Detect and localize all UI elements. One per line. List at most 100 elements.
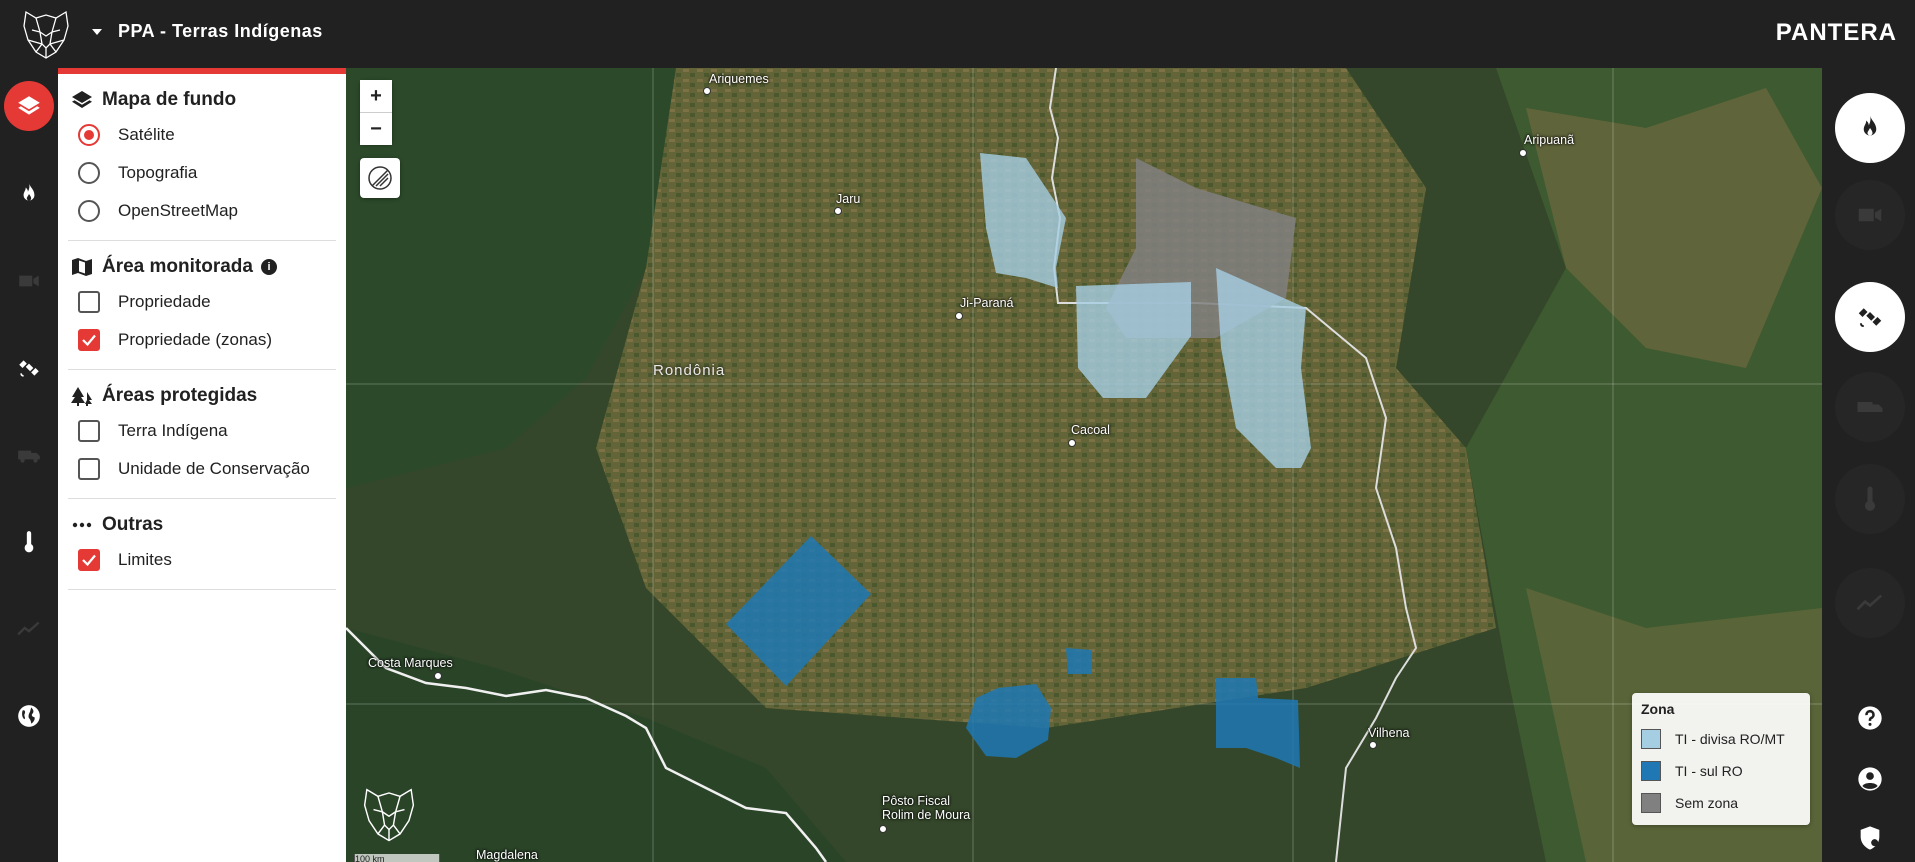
option-label: Propriedade	[118, 292, 211, 311]
fire-button[interactable]	[4, 169, 54, 219]
globe-icon	[18, 705, 40, 727]
protected-section: Áreas protegidas Terra Indígena Unidade …	[68, 370, 336, 499]
city-label: Ariquemes	[709, 72, 769, 86]
draw-polygon-icon	[368, 166, 392, 190]
option-label: OpenStreetMap	[118, 201, 239, 220]
globe-button[interactable]	[4, 691, 54, 741]
layer-option-property[interactable]: Propriedade	[68, 283, 336, 321]
legend-label: TI - sul RO	[1675, 763, 1743, 779]
monitored-title: Área monitorada	[102, 256, 253, 277]
city-label: Vilhena	[1368, 726, 1410, 740]
others-section: Outras Limites	[68, 499, 336, 590]
satellite-module-button[interactable]	[1835, 282, 1905, 352]
chart-line-icon	[17, 621, 40, 636]
firetruck-icon	[1857, 402, 1883, 412]
option-label: Limites	[118, 550, 172, 569]
city-label: Aripuanã	[1524, 133, 1575, 147]
panther-logo	[23, 10, 69, 59]
fire-module-button[interactable]	[1835, 93, 1905, 163]
satellite-icon	[1858, 308, 1882, 327]
others-title: Outras	[102, 514, 164, 535]
account-icon[interactable]	[1856, 765, 1884, 793]
city-dot	[879, 825, 887, 833]
layer-option-property-zones[interactable]: Propriedade (zonas)	[68, 321, 336, 359]
basemap-option-satellite[interactable]: Satélite	[68, 116, 336, 154]
camera-button[interactable]	[4, 256, 54, 306]
camera-icon	[1858, 208, 1882, 222]
option-label: Terra Indígena	[118, 421, 228, 440]
info-icon[interactable]: i	[260, 259, 277, 275]
checkbox-conservation-unit[interactable]	[78, 458, 100, 480]
legend-label: TI - divisa RO/MT	[1675, 731, 1785, 747]
thermometer-module-button[interactable]	[1835, 464, 1905, 534]
state-label: Rondônia	[653, 362, 726, 379]
city-label: Costa Marques	[368, 656, 453, 670]
checkbox-property[interactable]	[78, 291, 100, 313]
satellite-button[interactable]	[4, 343, 54, 393]
camera-icon	[19, 275, 39, 287]
check-icon	[82, 554, 96, 567]
project-title[interactable]: PPA - Terras Indígenas	[118, 21, 323, 42]
help-icon[interactable]	[1856, 704, 1884, 732]
monitored-section: Área monitorada i Propriedade Propriedad…	[68, 241, 336, 370]
legend-swatch	[1641, 793, 1661, 813]
chart-button[interactable]	[4, 604, 54, 654]
thermometer-button[interactable]	[4, 517, 54, 567]
city-label: Rolim de Moura	[882, 808, 971, 822]
left-rail	[0, 68, 58, 862]
legend-swatch	[1641, 729, 1661, 749]
city-dot	[1519, 149, 1527, 157]
project-dropdown-icon[interactable]	[92, 29, 102, 35]
layer-option-limits[interactable]: Limites	[68, 541, 336, 579]
legend-swatch	[1641, 761, 1661, 781]
check-icon	[82, 334, 96, 347]
basemap-option-topography[interactable]: Topografia	[68, 154, 336, 192]
basemap-option-osm[interactable]: OpenStreetMap	[68, 192, 336, 230]
checkbox-property-zones[interactable]	[78, 329, 100, 351]
zoom-out-button[interactable]: −	[360, 113, 392, 145]
brand-logo-text: PANTERA	[1775, 19, 1897, 46]
option-label: Topografia	[118, 163, 198, 182]
layers-icon	[18, 96, 40, 115]
checkbox-indigenous-land[interactable]	[78, 420, 100, 442]
firetruck-module-button[interactable]	[1835, 372, 1905, 442]
layer-option-conservation-unit[interactable]: Unidade de Conservação	[68, 450, 336, 488]
firetruck-button[interactable]	[4, 430, 54, 480]
legend-item: TI - divisa RO/MT	[1641, 729, 1785, 749]
city-label: Cacoal	[1071, 423, 1110, 437]
shield-icon[interactable]	[1856, 824, 1884, 852]
zone-legend: Zona TI - divisa RO/MT TI - sul RO Sem z…	[1632, 693, 1810, 825]
fire-icon	[1863, 115, 1877, 136]
option-label: Unidade de Conservação	[118, 459, 310, 478]
legend-item: Sem zona	[1641, 793, 1738, 813]
zoom-in-button[interactable]: +	[360, 80, 392, 112]
more-horizontal-icon	[72, 522, 92, 528]
legend-item: TI - sul RO	[1641, 761, 1743, 781]
radio-topography[interactable]	[78, 162, 100, 184]
map-canvas[interactable]: + − Rondônia Ariquemes Jaru Ji-Paraná Ar…	[346, 68, 1822, 862]
layer-panel: Mapa de fundo Satélite Topografia OpenSt…	[58, 68, 346, 862]
layers-icon	[72, 91, 92, 108]
radio-osm[interactable]	[78, 200, 100, 222]
radio-satellite[interactable]	[78, 124, 100, 146]
map-scale: 100 km	[354, 854, 440, 862]
city-label: Magdalena	[476, 848, 538, 862]
satellite-basemap	[346, 68, 1822, 862]
layers-button[interactable]	[4, 81, 54, 131]
city-dot	[434, 672, 442, 680]
satellite-icon	[19, 360, 39, 377]
fire-icon	[23, 183, 35, 201]
city-dot	[955, 312, 963, 320]
draw-area-button[interactable]	[360, 158, 400, 198]
city-dot	[1369, 741, 1377, 749]
thermometer-icon	[24, 531, 34, 553]
basemap-section: Mapa de fundo Satélite Topografia OpenSt…	[68, 74, 336, 241]
legend-title: Zona	[1641, 701, 1675, 717]
checkbox-limits[interactable]	[78, 549, 100, 571]
trees-icon	[71, 387, 92, 406]
chart-module-button[interactable]	[1835, 568, 1905, 638]
option-label: Propriedade (zonas)	[118, 330, 273, 349]
map-icon	[72, 258, 92, 276]
layer-option-indigenous-land[interactable]: Terra Indígena	[68, 412, 336, 450]
camera-module-button[interactable]	[1835, 180, 1905, 250]
